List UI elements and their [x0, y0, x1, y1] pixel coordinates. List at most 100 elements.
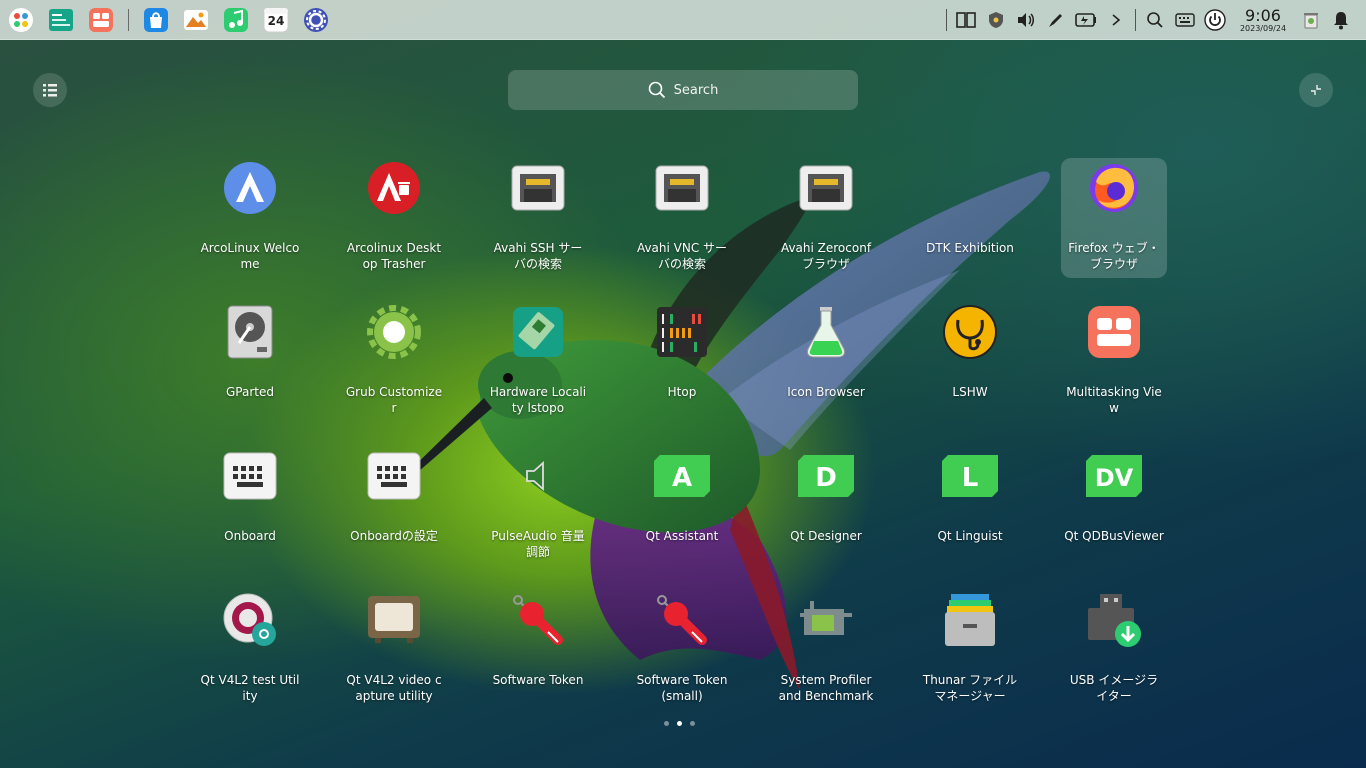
app-item[interactable]: PulseAudio 音量調節: [466, 438, 610, 582]
page-dot[interactable]: [690, 721, 695, 726]
power-icon[interactable]: [1200, 5, 1230, 35]
app-item[interactable]: Qt V4L2 test Utility: [178, 582, 322, 726]
app-tile[interactable]: A Qt Assistant: [629, 446, 735, 566]
app-item[interactable]: D Qt Designer: [754, 438, 898, 582]
app-item[interactable]: Onboard: [178, 438, 322, 582]
security-shield-icon[interactable]: [981, 5, 1011, 35]
app-tile[interactable]: Avahi Zeroconf ブラウザ: [773, 158, 879, 278]
app-item[interactable]: Firefox ウェブ・ブラウザ: [1042, 150, 1186, 294]
app-tile[interactable]: Software Token: [485, 590, 591, 710]
search-placeholder: Search: [673, 82, 719, 98]
app-item[interactable]: Software Token (small): [610, 582, 754, 726]
app-label: USB イメージライター: [1069, 673, 1159, 703]
app-tile[interactable]: Software Token (small): [629, 590, 735, 710]
top-dock: 24 9:06 2023/09/24: [0, 0, 1366, 40]
app-tile[interactable]: Qt V4L2 test Utility: [197, 590, 303, 710]
app-label: Onboardの設定: [350, 529, 438, 543]
app-tile[interactable]: Htop: [629, 302, 735, 422]
photo-viewer-icon[interactable]: [181, 5, 211, 35]
music-icon[interactable]: [221, 5, 251, 35]
multitasking-icon[interactable]: [86, 5, 116, 35]
app-item[interactable]: DTK Exhibition: [898, 150, 1042, 294]
clock[interactable]: 9:06 2023/09/24: [1236, 7, 1290, 34]
app-item[interactable]: System Profiler and Benchmark: [754, 582, 898, 726]
app-item[interactable]: Thunar ファイルマネージャー: [898, 582, 1042, 726]
page-dot[interactable]: [677, 721, 682, 726]
app-label: System Profiler and Benchmark: [778, 673, 874, 703]
battery-icon[interactable]: [1071, 5, 1101, 35]
app-item[interactable]: USB イメージライター: [1042, 582, 1186, 726]
app-item[interactable]: Hardware Locality lstopo: [466, 294, 610, 438]
app-tile[interactable]: Hardware Locality lstopo: [485, 302, 591, 422]
app-tile[interactable]: DTK Exhibition: [917, 158, 1023, 278]
app-item[interactable]: Avahi Zeroconf ブラウザ: [754, 150, 898, 294]
app-tile[interactable]: Multitasking View: [1061, 302, 1167, 422]
app-item[interactable]: Multitasking View: [1042, 294, 1186, 438]
token-key-icon: [510, 592, 566, 648]
app-tile[interactable]: USB イメージライター: [1061, 590, 1167, 710]
app-item[interactable]: A Qt Assistant: [610, 438, 754, 582]
app-item[interactable]: Onboardの設定: [322, 438, 466, 582]
app-tile[interactable]: Icon Browser: [773, 302, 879, 422]
app-label: Qt QDBusViewer: [1064, 529, 1164, 543]
trash-icon[interactable]: [1296, 5, 1326, 35]
page-indicator: [664, 721, 695, 726]
dock-apps: 24: [0, 5, 331, 35]
app-label: Onboard: [224, 529, 276, 543]
app-item[interactable]: Avahi SSH サーバの検索: [466, 150, 610, 294]
app-item[interactable]: GParted: [178, 294, 322, 438]
keyboard-icon[interactable]: [1170, 5, 1200, 35]
search-icon[interactable]: [1140, 5, 1170, 35]
usb-writer-icon: [1086, 592, 1142, 648]
app-label: Arcolinux Desktop Trasher: [346, 241, 442, 271]
app-item[interactable]: Software Token: [466, 582, 610, 726]
app-tile[interactable]: Onboardの設定: [341, 446, 447, 566]
app-tile[interactable]: LSHW: [917, 302, 1023, 422]
app-tile[interactable]: Grub Customizer: [341, 302, 447, 422]
app-tile[interactable]: L Qt Linguist: [917, 446, 1023, 566]
app-item[interactable]: Icon Browser: [754, 294, 898, 438]
flask-icon: [798, 304, 854, 360]
app-tile[interactable]: ArcoLinux Welcome: [197, 158, 303, 278]
app-tile[interactable]: DV Qt QDBusViewer: [1061, 446, 1167, 566]
app-tile[interactable]: System Profiler and Benchmark: [773, 590, 879, 710]
app-item[interactable]: DV Qt QDBusViewer: [1042, 438, 1186, 582]
app-tile[interactable]: D Qt Designer: [773, 446, 879, 566]
calendar-icon[interactable]: 24: [261, 5, 291, 35]
app-label: Software Token (small): [636, 673, 728, 703]
volume-icon[interactable]: [1011, 5, 1041, 35]
app-tile[interactable]: Firefox ウェブ・ブラウザ: [1061, 158, 1167, 278]
category-view-button[interactable]: [33, 73, 67, 107]
app-item[interactable]: ArcoLinux Welcome: [178, 150, 322, 294]
app-tile[interactable]: Qt V4L2 video capture utility: [341, 590, 447, 710]
settings-icon[interactable]: [301, 5, 331, 35]
calendar-day: 24: [267, 13, 285, 28]
app-store-icon[interactable]: [141, 5, 171, 35]
page-dot[interactable]: [664, 721, 669, 726]
app-label: PulseAudio 音量調節: [491, 529, 585, 559]
app-tile[interactable]: Avahi VNC サーバの検索: [629, 158, 735, 278]
app-item[interactable]: Grub Customizer: [322, 294, 466, 438]
launcher-icon[interactable]: [6, 5, 36, 35]
app-item[interactable]: Htop: [610, 294, 754, 438]
collapse-launcher-button[interactable]: [1299, 73, 1333, 107]
app-tile[interactable]: Thunar ファイルマネージャー: [917, 590, 1023, 710]
app-item[interactable]: Avahi VNC サーバの検索: [610, 150, 754, 294]
app-item[interactable]: Qt V4L2 video capture utility: [322, 582, 466, 726]
app-tile[interactable]: PulseAudio 音量調節: [485, 446, 591, 566]
split-view-icon[interactable]: [951, 5, 981, 35]
app-item[interactable]: LSHW: [898, 294, 1042, 438]
app-label: Thunar ファイルマネージャー: [922, 673, 1018, 703]
app-item[interactable]: L Qt Linguist: [898, 438, 1042, 582]
terminal-icon[interactable]: [46, 5, 76, 35]
blank-icon: [942, 160, 998, 216]
notification-bell-icon[interactable]: [1326, 5, 1356, 35]
app-tile[interactable]: Avahi SSH サーバの検索: [485, 158, 591, 278]
app-tile[interactable]: Onboard: [197, 446, 303, 566]
app-tile[interactable]: GParted: [197, 302, 303, 422]
pen-tool-icon[interactable]: [1041, 5, 1071, 35]
app-tile[interactable]: Arcolinux Desktop Trasher: [341, 158, 447, 278]
expand-tray-chevron-icon[interactable]: [1101, 5, 1131, 35]
search-input[interactable]: Search: [508, 70, 858, 110]
app-item[interactable]: Arcolinux Desktop Trasher: [322, 150, 466, 294]
